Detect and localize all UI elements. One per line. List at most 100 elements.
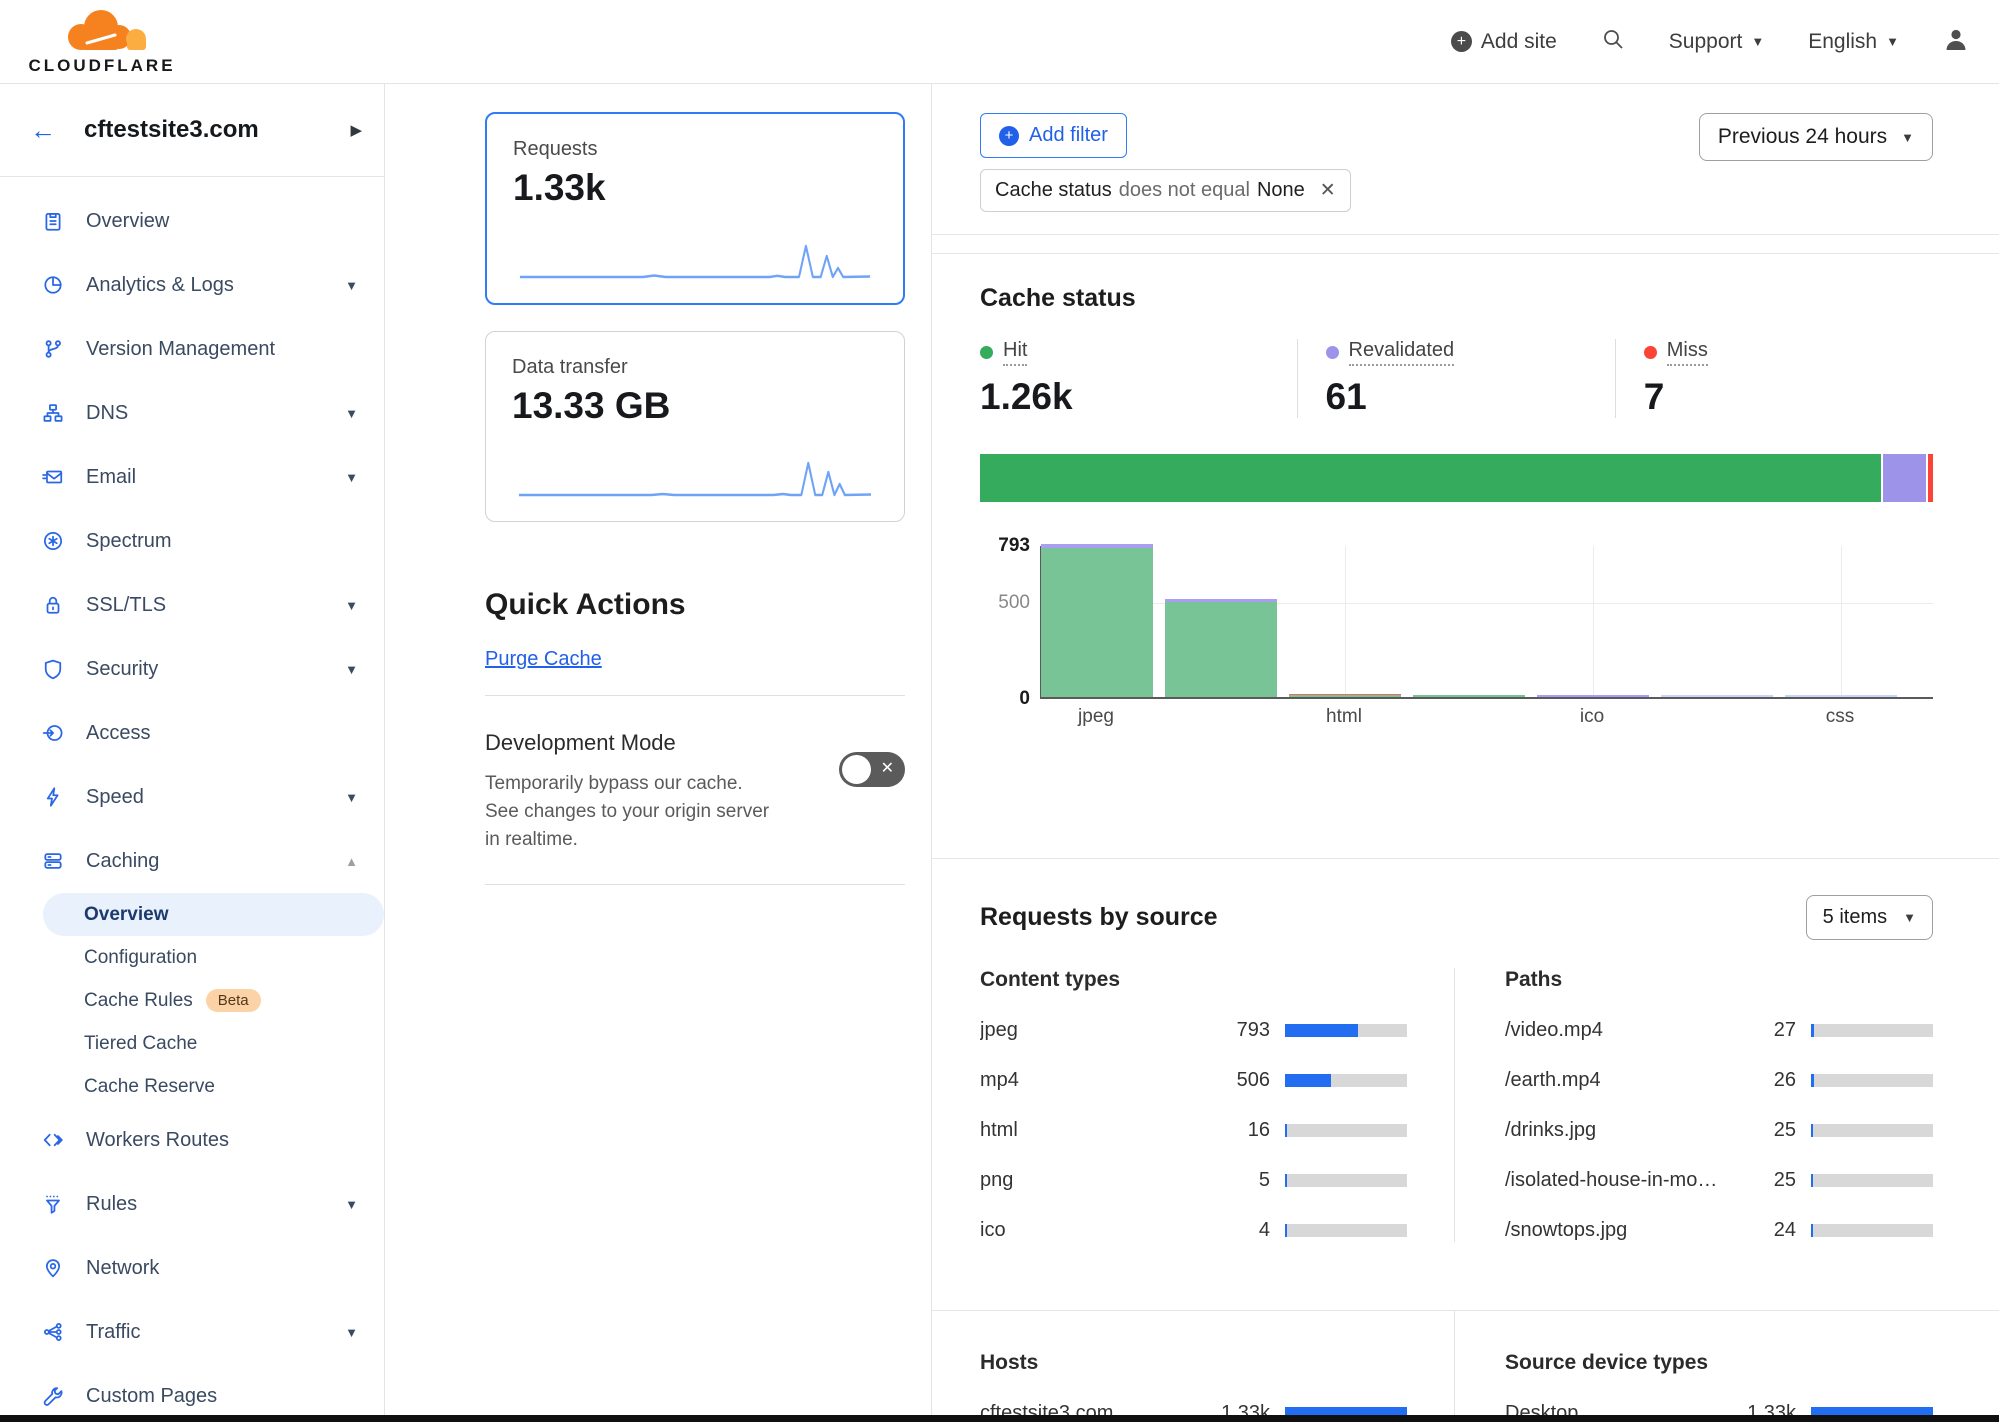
git-branch-icon [42,338,64,360]
add-site-button[interactable]: + Add site [1451,30,1557,54]
sidebar-subitem-tiered-cache[interactable]: Tiered Cache [0,1022,384,1065]
sidebar-item-traffic[interactable]: Traffic▼ [0,1300,384,1364]
item-bar-fill [1811,1174,1813,1187]
sidebar-item-analytics-logs[interactable]: Analytics & Logs▼ [0,253,384,317]
distribution-segment-hit [980,454,1881,502]
sidebar-item-access[interactable]: Access [0,701,384,765]
purge-cache-link[interactable]: Purge Cache [485,648,602,671]
sidebar-subitem-overview[interactable]: Overview [43,893,384,936]
sidebar-item-caching[interactable]: Caching▲ [0,829,384,893]
sidebar-subitem-configuration[interactable]: Configuration [0,936,384,979]
gridline [1841,546,1842,697]
language-menu[interactable]: English ▼ [1808,30,1899,54]
sidebar-item-network[interactable]: Network [0,1236,384,1300]
chart-bar-ico[interactable] [1537,695,1649,697]
content-types-title: Content types [980,968,1407,992]
sidebar-item-label: Access [86,722,150,745]
chart-bar-mp4[interactable] [1165,599,1277,697]
list-item: jpeg793 [980,1019,1407,1042]
sidebar-item-label: Overview [86,210,169,233]
chart-bar-html[interactable] [1289,694,1401,697]
stat-value: 7 [1644,376,1913,418]
chevron-down-icon: ▼ [1901,130,1914,145]
dev-mode-toggle[interactable]: ✕ [839,752,905,787]
data-transfer-metric-card[interactable]: Data transfer 13.33 GB [485,331,905,522]
chevron-up-icon: ▲ [345,854,358,869]
list-item: /earth.mp426 [1505,1069,1933,1092]
chart-bar-jpeg[interactable] [1041,544,1153,697]
add-filter-button[interactable]: + Add filter [980,113,1127,158]
chart-bar-png[interactable] [1413,695,1525,697]
sidebar-subitem-cache-reserve[interactable]: Cache Reserve [0,1065,384,1108]
plus-icon: + [1451,31,1472,52]
sidebar-item-ssl-tls[interactable]: SSL/TLS▼ [0,573,384,637]
support-menu[interactable]: Support ▼ [1669,30,1764,54]
item-label[interactable]: /snowtops.jpg [1505,1219,1732,1242]
item-value: 16 [1206,1119,1270,1142]
caret-right-icon[interactable]: ▶ [350,121,362,139]
chevron-down-icon: ▼ [345,278,358,293]
cloudflare-cloud-icon [43,7,161,58]
item-bar-fill [1811,1224,1813,1237]
sidebar-item-workers-routes[interactable]: Workers Routes [0,1108,384,1172]
chevron-down-icon: ▼ [1751,34,1764,49]
metrics-column: Requests 1.33k Data transfer 13.33 GB Qu… [385,84,932,1422]
time-range-dropdown[interactable]: Previous 24 hours ▼ [1699,113,1933,161]
analytics-panel: + Add filter Cache status does not equal… [932,84,1999,1422]
chart-bar-col5[interactable] [1661,695,1773,697]
x-axis-label: jpeg [1078,706,1114,728]
sidebar-item-custom-pages[interactable]: Custom Pages [0,1364,384,1422]
chevron-down-icon: ▼ [345,406,358,421]
item-bar-track [1811,1124,1933,1137]
sidebar-subitem-label: Configuration [84,947,197,969]
sidebar-subitem-cache-rules[interactable]: Cache RulesBeta [0,979,384,1022]
chart-bar-css[interactable] [1785,695,1897,697]
item-label[interactable]: /isolated-house-in-mo… [1505,1169,1732,1192]
item-label[interactable]: /drinks.jpg [1505,1119,1732,1142]
requests-by-source-title: Requests by source [980,903,1218,932]
top-bar: CLOUDFLARE + Add site Support ▼ English [0,0,1999,84]
stat-label[interactable]: Hit [1003,339,1027,366]
cache-status-title: Cache status [980,284,1933,313]
plot-area [1040,546,1933,699]
filter-chip[interactable]: Cache status does not equal None ✕ [980,169,1351,212]
back-arrow-icon[interactable]: ← [30,115,56,146]
sidebar-item-speed[interactable]: Speed▼ [0,765,384,829]
cloudflare-logo[interactable]: CLOUDFLARE [22,7,182,76]
stat-miss: Miss 7 [1615,339,1933,418]
item-label[interactable]: html [980,1119,1206,1142]
sidebar-item-rules[interactable]: Rules▼ [0,1172,384,1236]
requests-metric-card[interactable]: Requests 1.33k [485,112,905,305]
requests-value: 1.33k [513,167,877,209]
sidebar-item-email[interactable]: Email▼ [0,445,384,509]
brand-wordmark: CLOUDFLARE [28,56,175,76]
sidebar-subitem-label: Overview [84,904,169,926]
item-label[interactable]: mp4 [980,1069,1206,1092]
sidebar-item-label: Version Management [86,338,275,361]
item-value: 506 [1206,1069,1270,1092]
item-label[interactable]: /earth.mp4 [1505,1069,1732,1092]
sidebar-item-version-management[interactable]: Version Management [0,317,384,381]
item-bar-fill [1811,1124,1813,1137]
search-button[interactable] [1601,27,1625,57]
bar-segment-hit [1165,602,1277,697]
sidebar-item-security[interactable]: Security▼ [0,637,384,701]
sidebar-item-dns[interactable]: DNS▼ [0,381,384,445]
site-name[interactable]: cftestsite3.com [84,116,259,144]
sidebar-item-overview[interactable]: Overview [0,189,384,253]
item-label[interactable]: /video.mp4 [1505,1019,1732,1042]
divider [932,235,1999,254]
development-mode-row: Development Mode Temporarily bypass our … [485,730,905,854]
remove-filter-icon[interactable]: ✕ [1320,179,1336,202]
stat-label[interactable]: Miss [1667,339,1708,366]
sidebar-item-spectrum[interactable]: Spectrum [0,509,384,573]
account-button[interactable] [1943,26,1969,58]
funnel-icon [42,1193,64,1215]
sidebar-item-label: Custom Pages [86,1385,217,1408]
item-label[interactable]: ico [980,1219,1206,1242]
item-label[interactable]: jpeg [980,1019,1206,1042]
stat-label[interactable]: Revalidated [1349,339,1455,366]
paths-list: /video.mp427/earth.mp426/drinks.jpg25/is… [1505,1019,1933,1242]
items-count-dropdown[interactable]: 5 items ▼ [1806,895,1933,940]
item-label[interactable]: png [980,1169,1206,1192]
